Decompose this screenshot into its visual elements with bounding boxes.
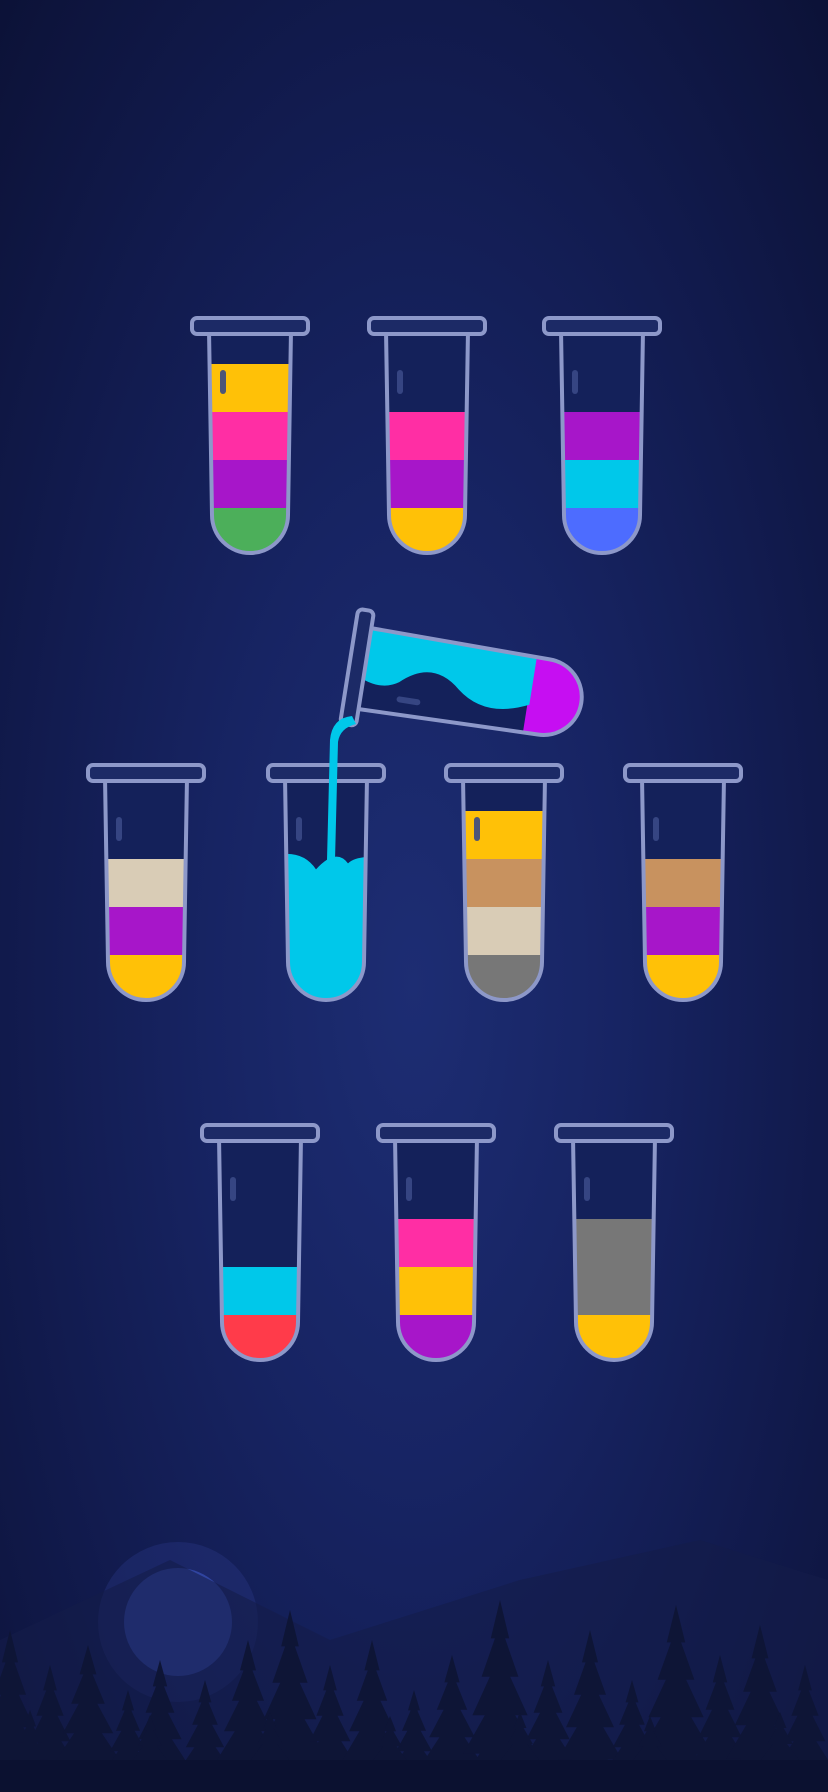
tubes-area [64,316,765,1373]
liquid-layer-gray [573,1219,655,1267]
tube-shine [653,817,659,841]
test-tube[interactable] [601,763,765,1013]
liquid-layer-yellow [395,1267,477,1315]
tube-rim [554,1123,674,1143]
test-tube[interactable] [244,763,408,1013]
tube-shine [220,370,226,394]
game-board [0,316,828,1792]
tube-shine [296,817,302,841]
liquid-layer-purple [395,1315,477,1360]
test-tube[interactable] [168,316,332,566]
liquid-layer-pink [209,412,291,460]
tube-rim [367,316,487,336]
liquid-layer-yellow [642,955,724,1000]
pouring-tube[interactable] [338,607,618,767]
test-tube[interactable] [178,1123,342,1373]
liquid-layer-purple [642,907,724,955]
test-tube[interactable] [422,763,586,1013]
tube-rim [86,763,206,783]
liquid-layer-purple [561,412,643,460]
tube-rim [376,1123,496,1143]
tube-shine [474,817,480,841]
liquid-layer-green [209,508,291,553]
liquid-layer-purple [105,907,187,955]
tube-shine [584,1177,590,1201]
tube-rim [623,763,743,783]
liquid-layer-gray [573,1267,655,1315]
liquid-layer-cyan [561,460,643,508]
tube-shine [116,817,122,841]
tube-rim [266,763,386,783]
liquid-layer-yellow [386,508,468,553]
liquid-layer-cream [105,859,187,907]
test-tube[interactable] [345,316,509,566]
test-tube[interactable] [64,763,228,1013]
ground [0,1760,828,1792]
liquid-layer-pink [386,412,468,460]
test-tube[interactable] [532,1123,696,1373]
liquid-layer-yellow [463,811,545,859]
liquid-layer-tan [463,859,545,907]
tube-rim [542,316,662,336]
tube-rim [444,763,564,783]
liquid-layer-purple [209,460,291,508]
night-scenery [0,1540,828,1792]
tube-shine [572,370,578,394]
liquid-layer-pink [395,1219,477,1267]
liquid-layer-cream [463,907,545,955]
liquid-layer-red [219,1315,301,1360]
liquid-layer-cyan [285,853,367,1000]
liquid-layer-yellow [209,364,291,412]
liquid-layer-yellow [105,955,187,1000]
tube-shine [406,1177,412,1201]
tube-shine [397,370,403,394]
liquid-layer-purple [386,460,468,508]
liquid-layer-yellow [573,1315,655,1360]
test-tube[interactable] [354,1123,518,1373]
liquid-layer-cyan [219,1267,301,1315]
liquid-layer-blue [561,508,643,553]
tube-shine [230,1177,236,1201]
liquid-layer-tan [642,859,724,907]
liquid-layer-gray [463,955,545,1000]
tube-rim [200,1123,320,1143]
test-tube[interactable] [520,316,684,566]
tube-rim [190,316,310,336]
